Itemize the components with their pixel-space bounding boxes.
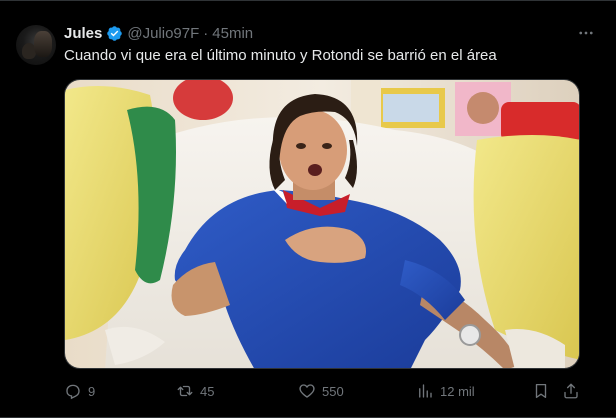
media-illustration [65,80,579,368]
retweet-icon [176,382,194,400]
views-button[interactable]: 12 mil [416,381,475,401]
bookmark-icon [532,382,550,400]
tweet-card[interactable]: Jules @Julio97F · 45min Cuando vi que er… [0,0,616,418]
tweet-text: Cuando vi que era el último minuto y Rot… [64,47,497,64]
like-count: 550 [322,383,344,399]
author-handle[interactable]: @Julio97F [127,25,199,42]
share-button[interactable] [562,381,580,401]
retweet-button[interactable]: 45 [176,381,214,401]
tweet-actions: 9 45 550 12 mil [64,381,588,401]
bookmark-button[interactable] [532,381,550,401]
reply-icon [64,382,82,400]
like-button[interactable]: 550 [298,381,344,401]
separator-dot: · [203,24,209,42]
reply-button[interactable]: 9 [64,381,95,401]
tweet-media-image[interactable] [64,79,580,369]
view-count: 12 mil [440,383,475,399]
author-name[interactable]: Jules [64,25,102,42]
retweet-count: 45 [200,383,215,399]
more-options-icon[interactable] [576,23,596,43]
author-avatar[interactable] [16,25,56,65]
tweet-header: Jules @Julio97F · 45min [64,23,253,43]
heart-icon [298,382,316,400]
verified-badge-icon [106,25,123,42]
analytics-icon [416,382,434,400]
reply-count: 9 [88,383,96,399]
share-icon [562,382,580,400]
tweet-timestamp[interactable]: 45min [212,25,253,42]
